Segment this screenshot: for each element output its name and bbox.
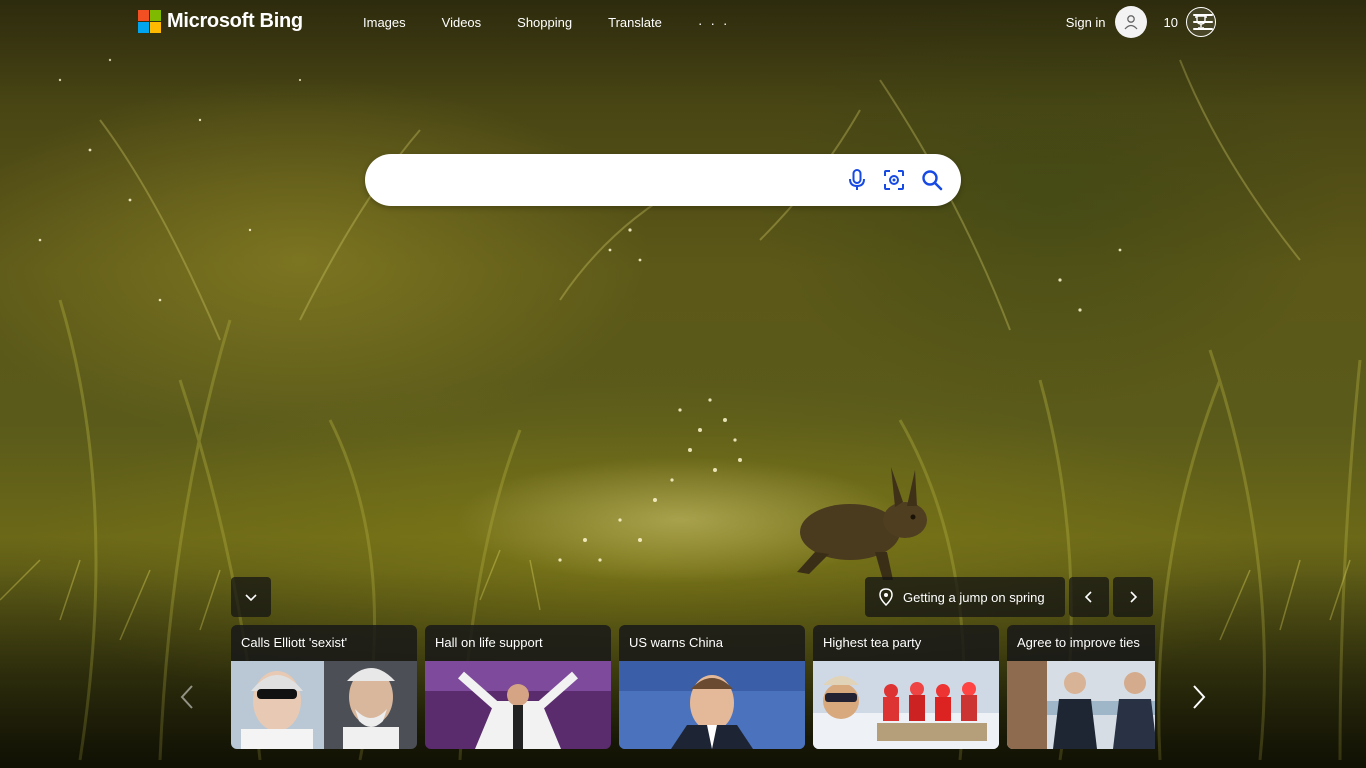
brand-name: Microsoft Bing [167,10,303,32]
news-card-title: US warns China [629,635,723,650]
collapse-feed-button[interactable] [231,577,271,617]
menu-hamburger-icon[interactable] [1193,14,1213,30]
carousel-prev-button[interactable] [175,683,199,711]
search-input[interactable] [387,167,831,195]
chevron-right-icon [1130,591,1138,603]
nav-more-button[interactable]: · · · [680,15,748,31]
news-card[interactable]: Agree to improve ties [1007,625,1155,749]
rewards-points[interactable]: 10 [1164,15,1178,30]
sign-in-link[interactable]: Sign in [1066,15,1106,30]
visual-search-icon[interactable] [882,168,906,192]
nav-shopping[interactable]: Shopping [499,15,590,31]
nav-translate[interactable]: Translate [590,15,680,31]
news-card-image [231,661,417,749]
chevron-left-icon [180,685,193,709]
chevron-left-icon [1084,591,1092,603]
nav-images[interactable]: Images [345,15,424,31]
news-card-image [619,661,805,749]
news-card-title: Calls Elliott 'sexist' [241,635,348,650]
chevron-right-icon [1193,685,1206,709]
news-card-title: Hall on life support [435,635,543,650]
microsoft-logo-icon [138,10,161,33]
microphone-icon[interactable] [845,168,869,192]
news-card[interactable]: US warns China [619,625,805,749]
chevron-down-icon [245,594,257,602]
search-box [365,154,961,206]
news-card-image [813,661,999,749]
user-avatar-icon[interactable] [1114,6,1147,38]
news-card[interactable]: Highest tea party [813,625,999,749]
news-card[interactable]: Calls Elliott 'sexist' [231,625,417,749]
image-info-button[interactable]: Getting a jump on spring [865,577,1065,617]
news-card[interactable]: Hall on life support [425,625,611,749]
news-carousel: Calls Elliott 'sexist' Hall on life supp… [231,625,1155,749]
image-info-title: Getting a jump on spring [903,589,1045,605]
next-image-button[interactable] [1113,577,1153,617]
previous-image-button[interactable] [1069,577,1109,617]
nav-videos[interactable]: Videos [424,15,500,31]
news-card-image [425,661,611,749]
location-pin-icon [879,588,893,606]
news-card-title: Highest tea party [823,635,922,650]
carousel-next-button[interactable] [1187,683,1211,711]
news-card-title: Agree to improve ties [1017,635,1140,650]
search-icon[interactable] [920,168,944,192]
top-nav: Images Videos Shopping Translate · · · [345,15,748,31]
news-card-image [1007,661,1155,749]
bing-logo[interactable]: Microsoft Bing [138,10,303,33]
